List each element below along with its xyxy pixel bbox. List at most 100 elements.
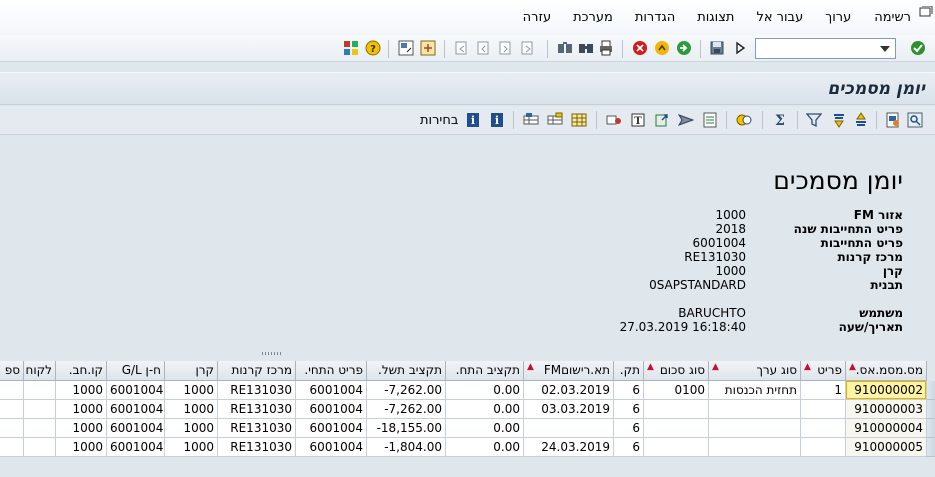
column-header-gl[interactable]: ח-ן G/L (107, 361, 165, 381)
table-cell-cmmt[interactable]: 6001004 (296, 381, 367, 400)
column-header-per[interactable]: תק. (614, 361, 644, 381)
table-cell-per[interactable]: 6 (614, 419, 644, 438)
currency-icon[interactable] (735, 111, 753, 129)
table-cell-paybudget[interactable]: -18,155.00 (367, 419, 446, 438)
table-cell-vend[interactable] (0, 400, 24, 419)
save-layout-icon[interactable] (522, 111, 540, 129)
table-cell-cocode[interactable]: 1000 (56, 438, 107, 457)
row-selector[interactable] (927, 381, 935, 400)
print-icon[interactable] (597, 39, 615, 57)
table-cell-fund[interactable]: 1000 (165, 438, 218, 457)
table-cell-item[interactable] (801, 419, 846, 438)
table-cell-cocode[interactable]: 1000 (56, 419, 107, 438)
find-icon[interactable] (577, 39, 595, 57)
create-session-icon[interactable] (419, 39, 437, 57)
table-cell-fmdate[interactable]: 02.03.2019 (524, 381, 614, 400)
table-cell-cust[interactable] (24, 438, 56, 457)
table-cell-valtype[interactable] (709, 419, 801, 438)
choices-button-label[interactable]: בחירות (420, 113, 458, 128)
table-cell-item[interactable]: 1 (801, 381, 846, 400)
table-cell-per[interactable]: 6 (614, 400, 644, 419)
column-header-fund[interactable]: קרן (165, 361, 218, 381)
column-header-cmmt[interactable]: פריט התחי. (296, 361, 367, 381)
menu-item-goto[interactable]: עבור אל (756, 10, 803, 25)
sort-ascending-icon[interactable] (852, 111, 870, 129)
table-cell-doc[interactable]: 910000004 (846, 419, 927, 438)
word-processing-icon[interactable]: T (629, 111, 647, 129)
expand-triangle-icon[interactable] (731, 39, 749, 57)
table-cell-budget[interactable]: 0.00 (446, 438, 524, 457)
sort-descending-icon[interactable] (830, 111, 848, 129)
menu-item-edit[interactable]: ערוך (825, 10, 851, 25)
table-cell-cust[interactable] (24, 400, 56, 419)
table-cell-fund[interactable]: 1000 (165, 381, 218, 400)
table-cell-amttype[interactable] (644, 400, 709, 419)
next-page-icon[interactable] (497, 39, 515, 57)
table-cell-cocode[interactable]: 1000 (56, 400, 107, 419)
information-icon[interactable]: i (488, 111, 506, 129)
table-cell-cmmt[interactable]: 6001004 (296, 400, 367, 419)
table-cell-paybudget[interactable]: -7,262.00 (367, 400, 446, 419)
table-cell-budget[interactable]: 0.00 (446, 419, 524, 438)
total-sigma-icon[interactable]: Σ (771, 111, 789, 129)
table-cell-paybudget[interactable]: -7,262.00 (367, 381, 446, 400)
back-icon[interactable] (675, 39, 693, 57)
row-selector[interactable] (927, 438, 935, 457)
table-cell-paybudget[interactable]: -1,804.00 (367, 438, 446, 457)
menu-item-settings[interactable]: הגדרות (635, 10, 675, 25)
choices-info-icon[interactable]: i (464, 111, 482, 129)
enter-check-icon[interactable] (909, 39, 927, 57)
help-icon[interactable]: ? (364, 39, 382, 57)
send-icon[interactable] (677, 111, 695, 129)
column-header-amttype[interactable]: סוג סכום ▲ (644, 361, 709, 381)
table-cell-fc[interactable]: RE131030 (218, 381, 296, 400)
cancel-icon[interactable] (631, 39, 649, 57)
exit-icon[interactable] (653, 39, 671, 57)
table-cell-amttype[interactable] (644, 438, 709, 457)
table-cell-valtype[interactable] (709, 438, 801, 457)
table-cell-fc[interactable]: RE131030 (218, 438, 296, 457)
export-icon[interactable] (653, 111, 671, 129)
table-cell-vend[interactable] (0, 438, 24, 457)
table-cell-budget[interactable]: 0.00 (446, 381, 524, 400)
table-cell-item[interactable] (801, 438, 846, 457)
table-cell-per[interactable]: 6 (614, 438, 644, 457)
table-cell-amttype[interactable] (644, 419, 709, 438)
table-cell-vend[interactable] (0, 419, 24, 438)
table-cell-cust[interactable] (24, 419, 56, 438)
layout-menu-icon[interactable] (342, 39, 360, 57)
select-layout-icon[interactable] (546, 111, 564, 129)
save-icon[interactable] (708, 39, 726, 57)
table-cell-valtype[interactable]: תחזית הכנסות (709, 381, 801, 400)
table-cell-fmdate[interactable]: 24.03.2019 (524, 438, 614, 457)
column-header-fc[interactable]: מרכז קרנות (218, 361, 296, 381)
table-cell-doc[interactable]: 910000003 (846, 400, 927, 419)
command-field[interactable] (755, 38, 896, 59)
table-cell-fmdate[interactable] (524, 419, 614, 438)
chevron-down-icon[interactable] (877, 40, 893, 57)
table-cell-cmmt[interactable]: 6001004 (296, 438, 367, 457)
table-cell-doc[interactable]: 910000005 (846, 438, 927, 457)
row-selector[interactable] (927, 400, 935, 419)
table-cell-gl[interactable]: 6001004 (107, 419, 165, 438)
table-cell-cocode[interactable]: 1000 (56, 381, 107, 400)
column-header-budget[interactable]: תקציב התח. (446, 361, 524, 381)
table-cell-fmdate[interactable]: 03.03.2019 (524, 400, 614, 419)
find-next-icon[interactable] (556, 39, 574, 57)
shortcut-icon[interactable] (397, 39, 415, 57)
table-cell-fund[interactable]: 1000 (165, 400, 218, 419)
menu-item-views[interactable]: תצוגות (697, 10, 734, 25)
table-cell-fc[interactable]: RE131030 (218, 419, 296, 438)
table-cell-cust[interactable] (24, 381, 56, 400)
change-layout-icon[interactable] (570, 111, 588, 129)
column-header-fmdate[interactable]: תא.רישוםFM ▲ (524, 361, 614, 381)
menu-item-help[interactable]: עזרה (523, 10, 551, 25)
details-icon[interactable] (906, 111, 924, 129)
column-header-valtype[interactable]: סוג ערך ▲ (709, 361, 801, 381)
table-cell-doc[interactable]: 910000002 (846, 381, 927, 400)
table-cell-vend[interactable] (0, 381, 24, 400)
table-cell-per[interactable]: 6 (614, 381, 644, 400)
last-page-icon[interactable] (519, 39, 537, 57)
command-input[interactable] (756, 39, 876, 58)
first-page-icon[interactable] (453, 39, 471, 57)
